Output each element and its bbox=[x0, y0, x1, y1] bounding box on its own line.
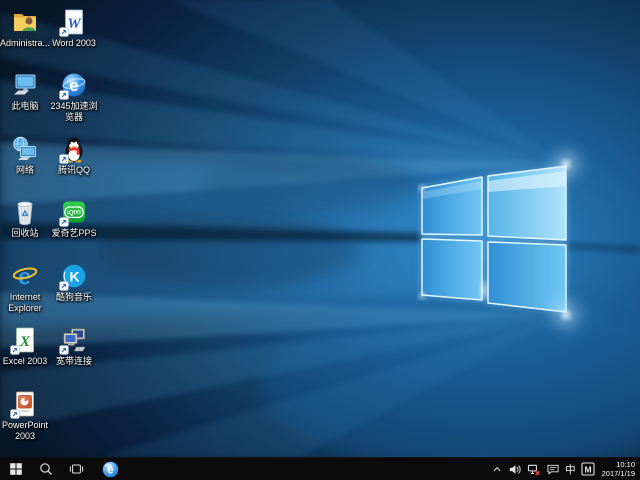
desktop-icon-this-pc[interactable]: 此电脑 bbox=[1, 71, 49, 112]
desktop-icon-2345-browser[interactable]: e 2345加速浏 览器 bbox=[50, 71, 98, 122]
message-bubble-icon bbox=[546, 463, 560, 476]
svg-text:K: K bbox=[69, 268, 79, 284]
desktop-icon-administrator[interactable]: Administra... bbox=[1, 8, 49, 49]
desktop-icon-tencent-qq[interactable]: 腾讯QQ bbox=[50, 135, 98, 176]
shortcut-arrow-icon bbox=[59, 345, 69, 355]
icon-label: 回收站 bbox=[11, 228, 38, 239]
icon-label: PowerPoint 2003 bbox=[2, 420, 48, 441]
shortcut-arrow-icon bbox=[59, 281, 69, 291]
volume-button[interactable] bbox=[505, 458, 524, 480]
speaker-icon bbox=[508, 463, 522, 476]
svg-text:W: W bbox=[67, 16, 82, 32]
desktop-icon-excel-2003[interactable]: X Excel 2003 bbox=[1, 326, 49, 367]
icon-label: 此电脑 bbox=[11, 101, 38, 112]
shortcut-arrow-icon bbox=[10, 345, 20, 355]
desktop-icon-broadband-connection[interactable]: 宽带连接 bbox=[50, 326, 98, 367]
browser-e-icon: e bbox=[102, 461, 119, 478]
shortcut-arrow-icon bbox=[59, 154, 69, 164]
task-view-button[interactable] bbox=[63, 458, 89, 480]
ime-language-indicator[interactable]: 中 bbox=[562, 458, 579, 480]
icon-label: Administra... bbox=[0, 38, 50, 49]
ime-lang-text: 中 bbox=[565, 462, 576, 477]
icon-label: 爱奇艺PPS bbox=[51, 228, 96, 239]
recycle-bin-icon bbox=[11, 198, 39, 226]
chevron-up-icon bbox=[491, 463, 503, 475]
shortcut-arrow-icon bbox=[59, 90, 69, 100]
svg-text:M: M bbox=[585, 464, 592, 474]
shortcut-arrow-icon bbox=[59, 27, 69, 37]
pinned-browser-button[interactable]: e bbox=[95, 458, 125, 480]
desktop-icon-internet-explorer[interactable]: e Internet Explorer bbox=[1, 262, 49, 313]
taskbar: e bbox=[0, 457, 640, 480]
network-disconnected-icon bbox=[527, 463, 541, 476]
task-view-icon bbox=[69, 462, 84, 476]
desktop-icon-iqiyi-pps[interactable]: iQIYI 爱奇艺PPS bbox=[50, 198, 98, 239]
icon-label: 2345加速浏 览器 bbox=[50, 101, 97, 122]
network-icon bbox=[11, 135, 39, 163]
svg-text:e: e bbox=[107, 464, 114, 476]
start-button[interactable] bbox=[3, 458, 29, 480]
desktop-area[interactable]: Administra... W Word 2003 此电脑 bbox=[0, 0, 640, 457]
clock-time: 10:10 bbox=[602, 460, 635, 469]
icon-label: 网络 bbox=[16, 165, 34, 176]
system-tray: 中 M 10:10 2017/1/19 bbox=[488, 458, 640, 480]
shortcut-arrow-icon bbox=[59, 217, 69, 227]
windows-start-icon bbox=[9, 462, 23, 476]
desktop-icon-network[interactable]: 网络 bbox=[1, 135, 49, 176]
desktop-icon-kugou-music[interactable]: K 酷狗音乐 bbox=[50, 262, 98, 303]
this-pc-icon bbox=[11, 71, 39, 99]
icon-label: 腾讯QQ bbox=[58, 165, 90, 176]
search-icon bbox=[39, 462, 53, 476]
shortcut-arrow-icon bbox=[10, 409, 20, 419]
network-status-button[interactable] bbox=[524, 458, 543, 480]
ime-mode-indicator[interactable]: M bbox=[579, 458, 598, 480]
svg-text:iQIYI: iQIYI bbox=[67, 211, 81, 217]
desktop-icon-recycle-bin[interactable]: 回收站 bbox=[1, 198, 49, 239]
icon-label: 酷狗音乐 bbox=[56, 292, 92, 303]
clock-date: 2017/1/19 bbox=[602, 469, 635, 478]
notifications-button[interactable] bbox=[543, 458, 562, 480]
icon-label: 宽带连接 bbox=[56, 356, 92, 367]
user-folder-icon bbox=[11, 8, 39, 36]
icon-label: Internet Explorer bbox=[8, 292, 42, 313]
show-hidden-icons-button[interactable] bbox=[488, 458, 505, 480]
taskbar-clock[interactable]: 10:10 2017/1/19 bbox=[602, 460, 635, 478]
svg-text:X: X bbox=[19, 334, 31, 350]
ime-mode-m-icon: M bbox=[581, 462, 595, 476]
internet-explorer-icon: e bbox=[11, 262, 39, 290]
desktop-icon-word-2003[interactable]: W Word 2003 bbox=[50, 8, 98, 49]
icon-label: Excel 2003 bbox=[3, 356, 48, 367]
icon-label: Word 2003 bbox=[52, 38, 96, 49]
windows-10-desktop: Administra... W Word 2003 此电脑 bbox=[0, 0, 640, 480]
search-button[interactable] bbox=[33, 458, 59, 480]
desktop-icon-powerpoint-2003[interactable]: PowerPoint 2003 bbox=[1, 390, 49, 441]
